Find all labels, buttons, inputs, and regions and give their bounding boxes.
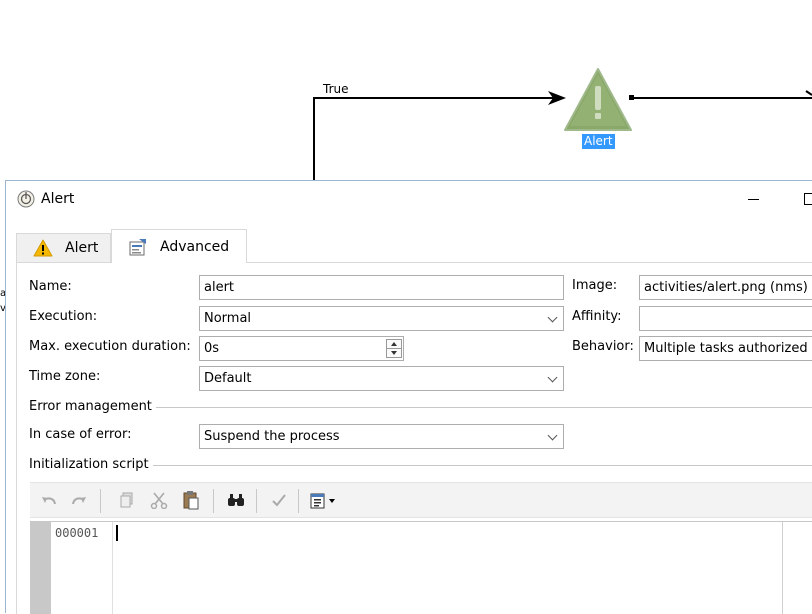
max-duration-input[interactable]: 0s [199, 336, 404, 361]
affinity-input[interactable] [639, 306, 812, 331]
tab-strip: Alert Advanced [16, 229, 812, 263]
timezone-value: Default [204, 371, 252, 386]
alert-dialog: Alert Alert Advanced Name: alert Executi… [5, 180, 812, 614]
initialization-script-divider [153, 465, 812, 466]
copy-icon[interactable] [116, 489, 138, 511]
properties-icon [128, 238, 148, 256]
tab-alert[interactable]: Alert [16, 233, 111, 262]
tab-advanced-label: Advanced [160, 238, 230, 255]
max-duration-label: Max. execution duration: [29, 339, 191, 354]
spin-down-icon[interactable] [387, 349, 401, 357]
execution-select[interactable]: Normal [199, 306, 564, 331]
script-editor[interactable]: 000001 [30, 521, 812, 614]
find-icon[interactable] [225, 489, 247, 511]
error-management-title: Error management [29, 399, 152, 414]
toolbar-separator [298, 489, 299, 513]
toolbar-separator [256, 489, 257, 513]
affinity-label: Affinity: [572, 309, 622, 324]
alert-activity-icon [564, 68, 632, 131]
timezone-label: Time zone: [29, 369, 101, 384]
toolbar-separator [100, 489, 101, 513]
behavior-label: Behavior: [572, 339, 634, 354]
in-case-of-error-label: In case of error: [29, 427, 132, 442]
toolbar-separator [213, 489, 214, 513]
execution-value: Normal [204, 311, 252, 326]
insert-menu-icon[interactable] [308, 489, 340, 511]
behavior-select[interactable]: Multiple tasks authorized [639, 336, 812, 361]
line-number: 000001 [55, 526, 99, 540]
name-input[interactable]: alert [199, 275, 564, 300]
undo-icon[interactable] [38, 489, 60, 511]
script-toolbar [30, 482, 812, 518]
text-caret [116, 525, 118, 541]
outgoing-arrow-edge [805, 90, 812, 96]
maximize-button[interactable] [792, 181, 812, 217]
chevron-down-icon[interactable] [543, 307, 563, 330]
max-duration-value: 0s [204, 341, 220, 356]
timezone-select[interactable]: Default [199, 366, 564, 391]
alert-activity-label[interactable]: Alert [582, 134, 615, 149]
in-case-of-error-select[interactable]: Suspend the process [199, 424, 564, 449]
check-syntax-icon[interactable] [268, 489, 290, 511]
true-transition-line [313, 97, 560, 180]
line-numbers: 000001 [51, 522, 113, 614]
app-icon [17, 190, 35, 208]
initialization-script-title: Initialization script [29, 457, 149, 472]
cut-icon[interactable] [148, 489, 170, 511]
image-label: Image: [572, 278, 618, 293]
title-bar[interactable]: Alert [6, 181, 812, 217]
image-input[interactable]: activities/alert.png (nms) [639, 275, 812, 300]
name-label: Name: [29, 279, 72, 294]
spin-up-icon[interactable] [387, 340, 401, 349]
editor-scrollbar[interactable] [782, 522, 812, 614]
redo-icon[interactable] [68, 489, 90, 511]
in-case-of-error-value: Suspend the process [204, 429, 340, 444]
editor-gutter [31, 522, 51, 614]
outgoing-anchor [629, 95, 634, 100]
tab-alert-label: Alert [65, 240, 99, 256]
code-area[interactable] [114, 522, 782, 614]
execution-label: Execution: [29, 309, 98, 324]
duration-spinner[interactable] [386, 339, 402, 358]
tab-advanced[interactable]: Advanced [111, 229, 247, 263]
warning-icon [33, 239, 53, 257]
paste-icon[interactable] [180, 489, 202, 511]
window-title: Alert [41, 191, 75, 207]
transition-label-true: True [323, 82, 349, 96]
chevron-down-icon[interactable] [543, 367, 563, 390]
error-management-divider [156, 407, 812, 408]
minimize-button[interactable] [734, 181, 774, 217]
chevron-down-icon[interactable] [543, 425, 563, 448]
